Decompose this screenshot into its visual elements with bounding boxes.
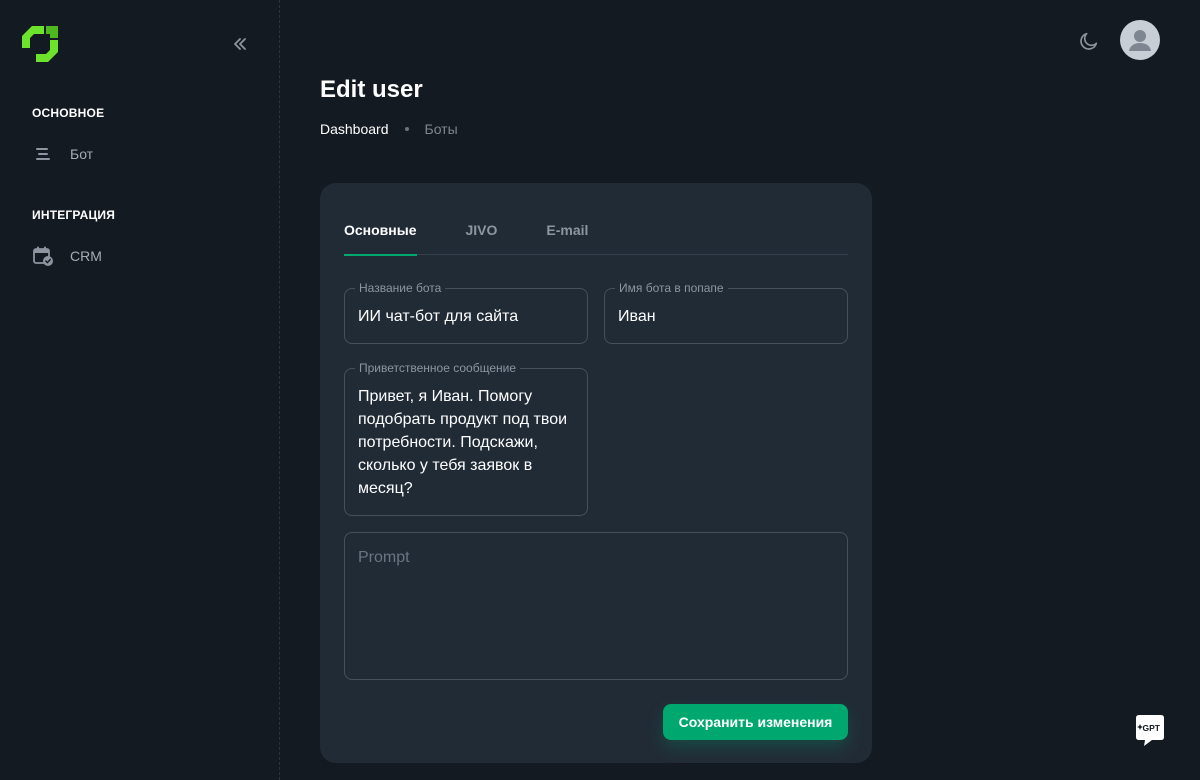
prompt-placeholder: Prompt	[358, 549, 410, 566]
welcome-message-field[interactable]: Приветственное сообщение Привет, я Иван.…	[344, 361, 588, 516]
popup-name-label: Имя бота в попапе	[615, 281, 728, 295]
page-title: Edit user	[320, 76, 423, 103]
welcome-message-value: Привет, я Иван. Помогу подобрать продукт…	[358, 385, 567, 500]
edit-form-card: Основные JIVO E-mail Название бота ИИ ча…	[320, 183, 872, 763]
tab-jivo[interactable]: JIVO	[466, 211, 498, 255]
sidebar-item-label: CRM	[70, 248, 102, 264]
breadcrumb-current: Боты	[424, 121, 458, 137]
sidebar-item-label: Бот	[70, 146, 94, 162]
prompt-textarea[interactable]: Prompt	[344, 532, 848, 680]
welcome-message-line: сколько у тебя заявок в	[358, 457, 533, 474]
logo-icon[interactable]	[20, 24, 60, 64]
tabs: Основные JIVO E-mail	[344, 211, 848, 256]
tab-email[interactable]: E-mail	[546, 211, 588, 255]
welcome-message-label: Приветственное сообщение	[355, 361, 520, 375]
bot-name-value: ИИ чат-бот для сайта	[358, 308, 519, 325]
calendar-check-icon	[32, 245, 54, 267]
theme-toggle-button[interactable]	[1076, 28, 1102, 54]
gpt-chat-icon: GPT	[1136, 715, 1164, 746]
popup-name-field[interactable]: Имя бота в попапе Иван	[604, 281, 848, 344]
list-icon	[32, 143, 54, 165]
popup-name-value: Иван	[618, 308, 656, 325]
save-button[interactable]: Сохранить изменения	[663, 704, 848, 740]
avatar[interactable]	[1120, 20, 1160, 60]
breadcrumb-separator	[404, 127, 409, 131]
sidebar-item-crm[interactable]: CRM	[24, 234, 256, 278]
welcome-message-line: подобрать продукт под твои	[358, 411, 568, 428]
gpt-label: GPT	[1143, 723, 1161, 733]
bot-name-label: Название бота	[355, 281, 446, 295]
sidebar-item-bot[interactable]: Бот	[24, 132, 256, 176]
welcome-message-line: Привет, я Иван. Помогу	[358, 388, 533, 405]
nav-section-integration: ИНТЕГРАЦИЯ	[32, 208, 116, 222]
bot-name-field[interactable]: Название бота ИИ чат-бот для сайта	[344, 281, 588, 344]
gpt-chat-button[interactable]: GPT	[1130, 710, 1170, 750]
welcome-message-line: месяц?	[358, 480, 413, 497]
moon-icon	[1080, 32, 1098, 50]
app-root: ОСНОВНОЕ Бот ИНТЕГРАЦИЯ CRM Edit user Da…	[0, 0, 1200, 780]
breadcrumb: Dashboard Боты	[320, 121, 458, 137]
chevrons-left-icon	[234, 38, 246, 50]
nav-section-main: ОСНОВНОЕ	[32, 106, 105, 120]
breadcrumb-dashboard-link[interactable]: Dashboard	[320, 121, 389, 137]
tab-main[interactable]: Основные	[344, 211, 417, 256]
sidebar: ОСНОВНОЕ Бот ИНТЕГРАЦИЯ CRM	[0, 0, 280, 780]
user-icon	[1129, 30, 1151, 51]
welcome-message-line: потребности. Подскажи,	[358, 434, 538, 451]
collapse-sidebar-button[interactable]	[228, 32, 252, 56]
